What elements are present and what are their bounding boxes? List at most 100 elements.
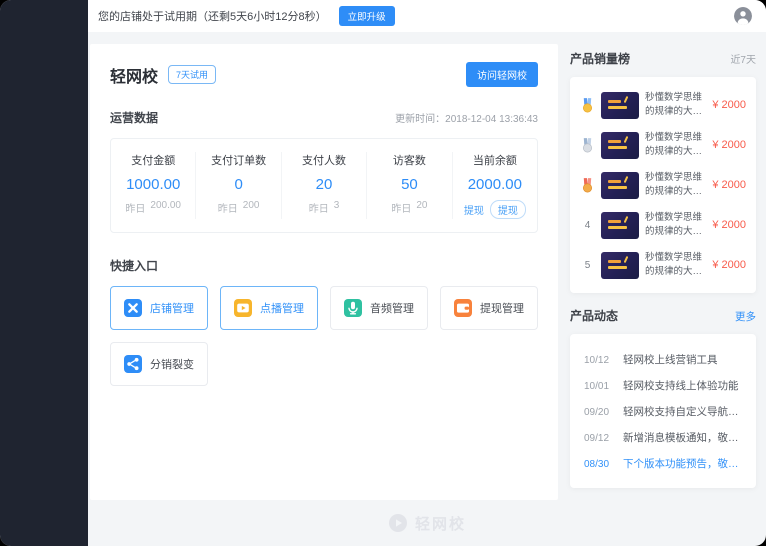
- quick-entry-grid: 店铺管理 点播管理 音频管理: [110, 286, 538, 386]
- sales-rank-card: 秒懂数学思维的规律的大声的直播课件等你... ¥ 2000 秒懂数学思维的规律的…: [570, 77, 756, 293]
- visit-shop-button[interactable]: 访问轻网校: [466, 62, 538, 87]
- news-date: 10/12: [584, 355, 614, 366]
- news-text: 下个版本功能预告，敬请期待: [623, 456, 742, 471]
- quick-entry-header: 快捷入口: [110, 257, 538, 274]
- app-window: 您的店铺处于试用期（还剩5天6小时12分8秒） 立即升级 轻网校 7天试用 访问…: [0, 0, 766, 546]
- silver-medal-icon: [580, 138, 595, 153]
- news-date: 10/01: [584, 381, 614, 392]
- rank-item[interactable]: 5 秒懂数学思维的规律的大声的直播课件等你... ¥ 2000: [580, 245, 746, 285]
- stat-sub-label: 昨日: [125, 200, 145, 215]
- shop-overview-card: 轻网校 7天试用 访问轻网校 运营数据 更新时间：2018-12-04 13:3…: [90, 44, 558, 500]
- product-price: ¥ 2000: [712, 219, 746, 231]
- product-title: 秒懂数学思维的规律的大声的直播课件等你...: [645, 251, 702, 280]
- upgrade-button[interactable]: 立即升级: [339, 6, 395, 26]
- stat-label: 支付人数: [302, 152, 346, 168]
- user-icon: [734, 7, 752, 25]
- quick-btn-audio[interactable]: 音频管理: [330, 286, 428, 330]
- product-news-card: 10/12 轻网校上线营销工具 10/01 轻网校支持线上体验功能 09/20 …: [570, 334, 756, 488]
- product-price: ¥ 2000: [712, 179, 746, 191]
- sales-rank-header: 产品销量榜 近7天: [570, 50, 756, 67]
- rank-item[interactable]: 秒懂数学思维的规律的大声的直播课件等你... ¥ 2000: [580, 165, 746, 205]
- footer-logo-text: 轻网校: [415, 513, 466, 534]
- product-title: 秒懂数学思维的规律的大声的直播课件等你...: [645, 131, 702, 160]
- sidebar: [0, 0, 88, 546]
- stat-label: 支付金额: [131, 152, 175, 168]
- news-item[interactable]: 10/01 轻网校支持线上体验功能: [584, 372, 742, 398]
- stat-sub-label: 昨日: [218, 200, 238, 215]
- product-thumbnail: [601, 252, 639, 279]
- stat-sub-label: 昨日: [391, 200, 411, 215]
- gold-medal-icon: [580, 98, 595, 113]
- stat-value: 2000.00: [468, 176, 522, 193]
- main-area: 您的店铺处于试用期（还剩5天6小时12分8秒） 立即升级 轻网校 7天试用 访问…: [88, 0, 766, 546]
- balance-actions: 提现 提现: [464, 200, 526, 219]
- stat-sub-value: 200.00: [150, 200, 181, 215]
- vod-play-icon: [234, 299, 252, 317]
- news-item[interactable]: 08/30 下个版本功能预告，敬请期待: [584, 450, 742, 476]
- news-text: 新增消息模板通知，敬请期待: [623, 430, 742, 445]
- rank-item[interactable]: 秒懂数学思维的规律的大声的直播课件等你... ¥ 2000: [580, 85, 746, 125]
- stat-sub: 昨日 200.00: [125, 200, 181, 215]
- withdraw-wallet-icon: [454, 299, 472, 317]
- stat-payer-count: 支付人数 20 昨日 3: [281, 152, 366, 219]
- stat-label: 当前余额: [473, 152, 517, 168]
- quick-btn-label: 分销裂变: [150, 356, 194, 372]
- bronze-medal-icon: [580, 178, 595, 193]
- stat-sub-value: 20: [416, 200, 427, 215]
- rank-number: 4: [580, 220, 595, 231]
- quick-btn-label: 音频管理: [370, 300, 414, 316]
- stat-value: 1000.00: [126, 176, 180, 193]
- stat-pay-amount: 支付金额 1000.00 昨日 200.00: [111, 152, 195, 219]
- rank-item[interactable]: 秒懂数学思维的规律的大声的直播课件等你... ¥ 2000: [580, 125, 746, 165]
- stat-visitor-count: 访客数 50 昨日 20: [366, 152, 451, 219]
- product-price: ¥ 2000: [712, 99, 746, 111]
- quick-btn-label: 店铺管理: [150, 300, 194, 316]
- quick-btn-shop[interactable]: 店铺管理: [110, 286, 208, 330]
- stat-sub-value: 3: [334, 200, 340, 215]
- stat-value: 50: [401, 176, 418, 193]
- user-avatar[interactable]: [734, 7, 752, 25]
- news-date: 09/20: [584, 407, 614, 418]
- content-body: 轻网校 7天试用 访问轻网校 运营数据 更新时间：2018-12-04 13:3…: [88, 32, 766, 500]
- news-item[interactable]: 10/12 轻网校上线营销工具: [584, 346, 742, 372]
- stat-label: 访客数: [393, 152, 426, 168]
- product-thumbnail: [601, 212, 639, 239]
- share-icon: [124, 355, 142, 373]
- right-column: 产品销量榜 近7天 秒懂数学思维的规律的大声的直播课件等你... ¥ 2000: [570, 44, 756, 500]
- quick-btn-distribution[interactable]: 分销裂变: [110, 342, 208, 386]
- stat-balance: 当前余额 2000.00 提现 提现: [452, 152, 537, 219]
- stat-sub: 昨日 20: [391, 200, 427, 215]
- stat-sub-value: 200: [243, 200, 260, 215]
- stat-order-count: 支付订单数 0 昨日 200: [195, 152, 280, 219]
- quick-entry-title: 快捷入口: [110, 257, 158, 274]
- product-title: 秒懂数学思维的规律的大声的直播课件等你...: [645, 211, 702, 240]
- withdraw-button[interactable]: 提现: [490, 200, 526, 219]
- stats-box: 支付金额 1000.00 昨日 200.00 支付订单数 0 昨日 200: [110, 138, 538, 233]
- update-time: 更新时间：2018-12-04 13:36:43: [395, 110, 538, 125]
- news-item[interactable]: 09/12 新增消息模板通知，敬请期待: [584, 424, 742, 450]
- product-news-title: 产品动态: [570, 307, 618, 324]
- operations-section-header: 运营数据 更新时间：2018-12-04 13:36:43: [110, 109, 538, 126]
- rank-number: 5: [580, 260, 595, 271]
- withdraw-link[interactable]: 提现: [464, 202, 484, 217]
- product-news-header: 产品动态 更多: [570, 307, 756, 324]
- audio-mic-icon: [344, 299, 362, 317]
- quick-btn-label: 点播管理: [260, 300, 304, 316]
- product-thumbnail: [601, 172, 639, 199]
- quick-btn-vod[interactable]: 点播管理: [220, 286, 318, 330]
- shop-icon: [124, 299, 142, 317]
- news-item[interactable]: 09/20 轻网校支持自定义导航功能: [584, 398, 742, 424]
- stat-value: 20: [316, 176, 333, 193]
- news-date: 08/30: [584, 459, 614, 470]
- product-title: 秒懂数学思维的规律的大声的直播课件等你...: [645, 171, 702, 200]
- quick-btn-label: 提现管理: [480, 300, 524, 316]
- footer-watermark: 轻网校: [88, 500, 766, 546]
- topbar: 您的店铺处于试用期（还剩5天6小时12分8秒） 立即升级: [88, 0, 766, 32]
- rank-item[interactable]: 4 秒懂数学思维的规律的大声的直播课件等你... ¥ 2000: [580, 205, 746, 245]
- stat-sub: 昨日 200: [218, 200, 260, 215]
- sales-rank-range: 近7天: [730, 51, 756, 66]
- stat-sub-label: 昨日: [309, 200, 329, 215]
- stat-sub: 昨日 3: [309, 200, 340, 215]
- quick-btn-withdraw[interactable]: 提现管理: [440, 286, 538, 330]
- more-link[interactable]: 更多: [735, 309, 756, 324]
